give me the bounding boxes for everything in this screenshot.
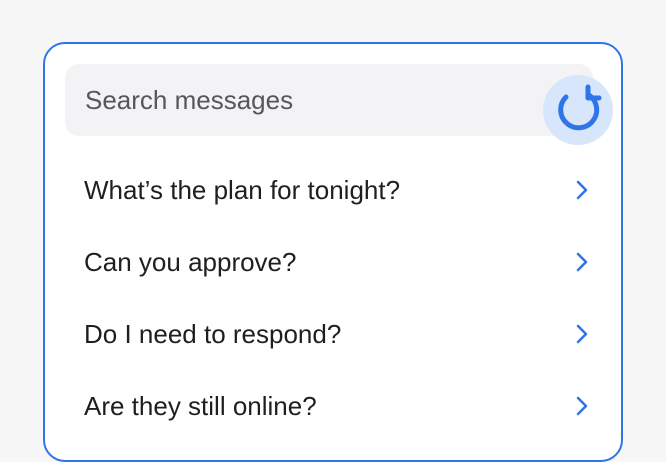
suggestion-item[interactable]: Are they still online?	[45, 370, 621, 442]
suggestion-label: Can you approve?	[84, 246, 297, 277]
suggestion-item[interactable]: What’s the plan for tonight?	[45, 154, 621, 226]
search-box[interactable]	[65, 64, 593, 136]
suggestion-item[interactable]: Can you approve?	[45, 226, 621, 298]
chevron-right-icon	[576, 396, 588, 416]
suggestions-panel: What’s the plan for tonight? Can you app…	[43, 42, 623, 462]
suggestion-item[interactable]: Do I need to respond?	[45, 298, 621, 370]
suggestion-label: What’s the plan for tonight?	[84, 174, 401, 205]
suggestion-list: What’s the plan for tonight? Can you app…	[45, 154, 621, 442]
chevron-right-icon	[576, 324, 588, 344]
refresh-icon	[558, 84, 602, 131]
search-input[interactable]	[65, 64, 593, 136]
chevron-right-icon	[576, 180, 588, 200]
suggestion-label: Are they still online?	[84, 390, 317, 421]
suggestion-label: Do I need to respond?	[84, 318, 342, 349]
chevron-right-icon	[576, 252, 588, 272]
refresh-button[interactable]	[543, 75, 613, 145]
